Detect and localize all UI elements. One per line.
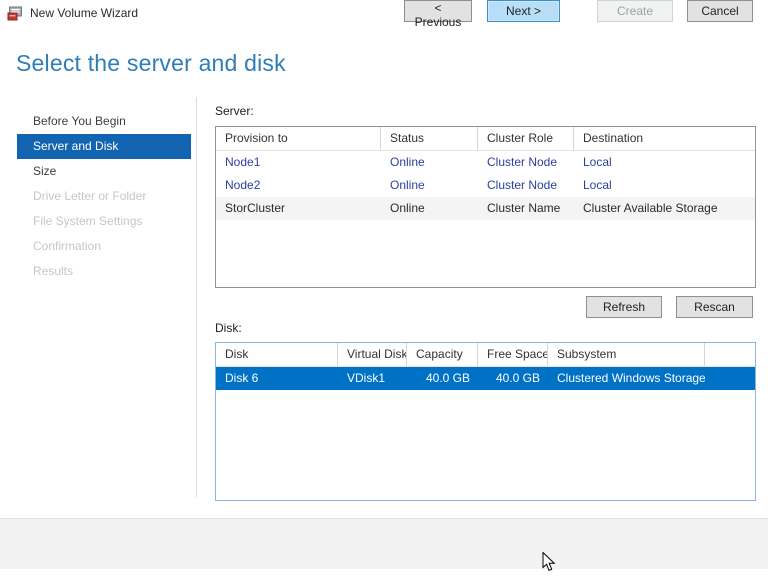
cell	[705, 367, 755, 390]
cell: Cluster Node	[487, 178, 558, 192]
cell: Cluster Available Storage	[583, 201, 718, 215]
cell: Clustered Windows Storage	[557, 371, 705, 385]
refresh-button[interactable]: Refresh	[586, 296, 662, 318]
window-title: New Volume Wizard	[30, 6, 139, 20]
next-button[interactable]: Next >	[487, 0, 560, 22]
cell: Local	[583, 178, 612, 192]
server-section-label: Server:	[215, 104, 254, 118]
cell: StorCluster	[225, 201, 286, 215]
server-table: Provision to Status Cluster Role Destinatio…	[215, 126, 756, 288]
table-header-row: Disk Virtual Disk Capacity Free Space Subsys…	[216, 343, 755, 367]
sidebar-item-drive-letter-or-folder: Drive Letter or Folder	[33, 189, 147, 203]
table-header-row: Provision to Status Cluster Role Destinatio…	[216, 127, 755, 151]
cell: 40.0 GB	[495, 371, 540, 385]
column-header-destination[interactable]: Destination	[574, 127, 755, 150]
sidebar-item-confirmation: Confirmation	[33, 239, 102, 253]
cell: Cluster Name	[487, 201, 561, 215]
cell: 40.0 GB	[425, 371, 470, 385]
disk-section-label: Disk:	[215, 321, 242, 335]
wizard-steps-sidebar: Before You Begin Server and Disk Size Drive…	[17, 109, 191, 284]
previous-button[interactable]: < Previous	[404, 0, 472, 29]
sidebar-item-results: Results	[33, 264, 74, 278]
cell: Online	[390, 201, 425, 215]
column-header-blank	[705, 343, 755, 366]
cell: Local	[583, 155, 612, 169]
cell: Node2	[225, 178, 261, 192]
column-header-virtual-disk[interactable]: Virtual Disk	[338, 343, 407, 366]
rescan-button[interactable]: Rescan	[676, 296, 753, 318]
cancel-button[interactable]: Cancel	[687, 0, 753, 22]
column-header-status[interactable]: Status	[381, 127, 478, 150]
cell: Node1	[225, 155, 261, 169]
column-header-capacity[interactable]: Capacity	[407, 343, 478, 366]
disk-table: Disk Virtual Disk Capacity Free Space Subsys…	[215, 342, 756, 501]
cell: Disk 6	[225, 371, 259, 385]
sidebar-divider	[196, 97, 197, 497]
table-row-storcluster[interactable]: StorCluster Online Cluster Name Cluster Ava…	[216, 197, 755, 220]
app-icon	[7, 6, 23, 21]
sidebar-item-server-and-disk[interactable]: Server and Disk	[17, 134, 191, 159]
table-row-node1[interactable]: Node1 Online Cluster Node Local	[216, 151, 755, 174]
table-row-node2[interactable]: Node2 Online Cluster Node Local	[216, 174, 755, 197]
footer	[0, 519, 768, 569]
sidebar-item-file-system-settings: File System Settings	[33, 214, 143, 228]
cell: Online	[390, 178, 425, 192]
cell: Online	[390, 155, 425, 169]
column-header-provision-to[interactable]: Provision to	[216, 127, 381, 150]
column-header-subsystem[interactable]: Subsystem	[548, 343, 705, 366]
column-header-free-space[interactable]: Free Space	[478, 343, 548, 366]
create-button[interactable]: Create	[597, 0, 673, 22]
table-row-disk-6[interactable]: Disk 6 VDisk1 40.0 GB 40.0 GB Clustered Wind…	[216, 367, 755, 390]
cell: VDisk1	[347, 371, 386, 385]
sidebar-item-size[interactable]: Size	[17, 159, 191, 184]
column-header-cluster-role[interactable]: Cluster Role	[478, 127, 574, 150]
page-title: Select the server and disk	[16, 50, 286, 76]
sidebar-item-before-you-begin[interactable]: Before You Begin	[17, 109, 191, 134]
cell: Cluster Node	[487, 155, 558, 169]
column-header-disk[interactable]: Disk	[216, 343, 338, 366]
